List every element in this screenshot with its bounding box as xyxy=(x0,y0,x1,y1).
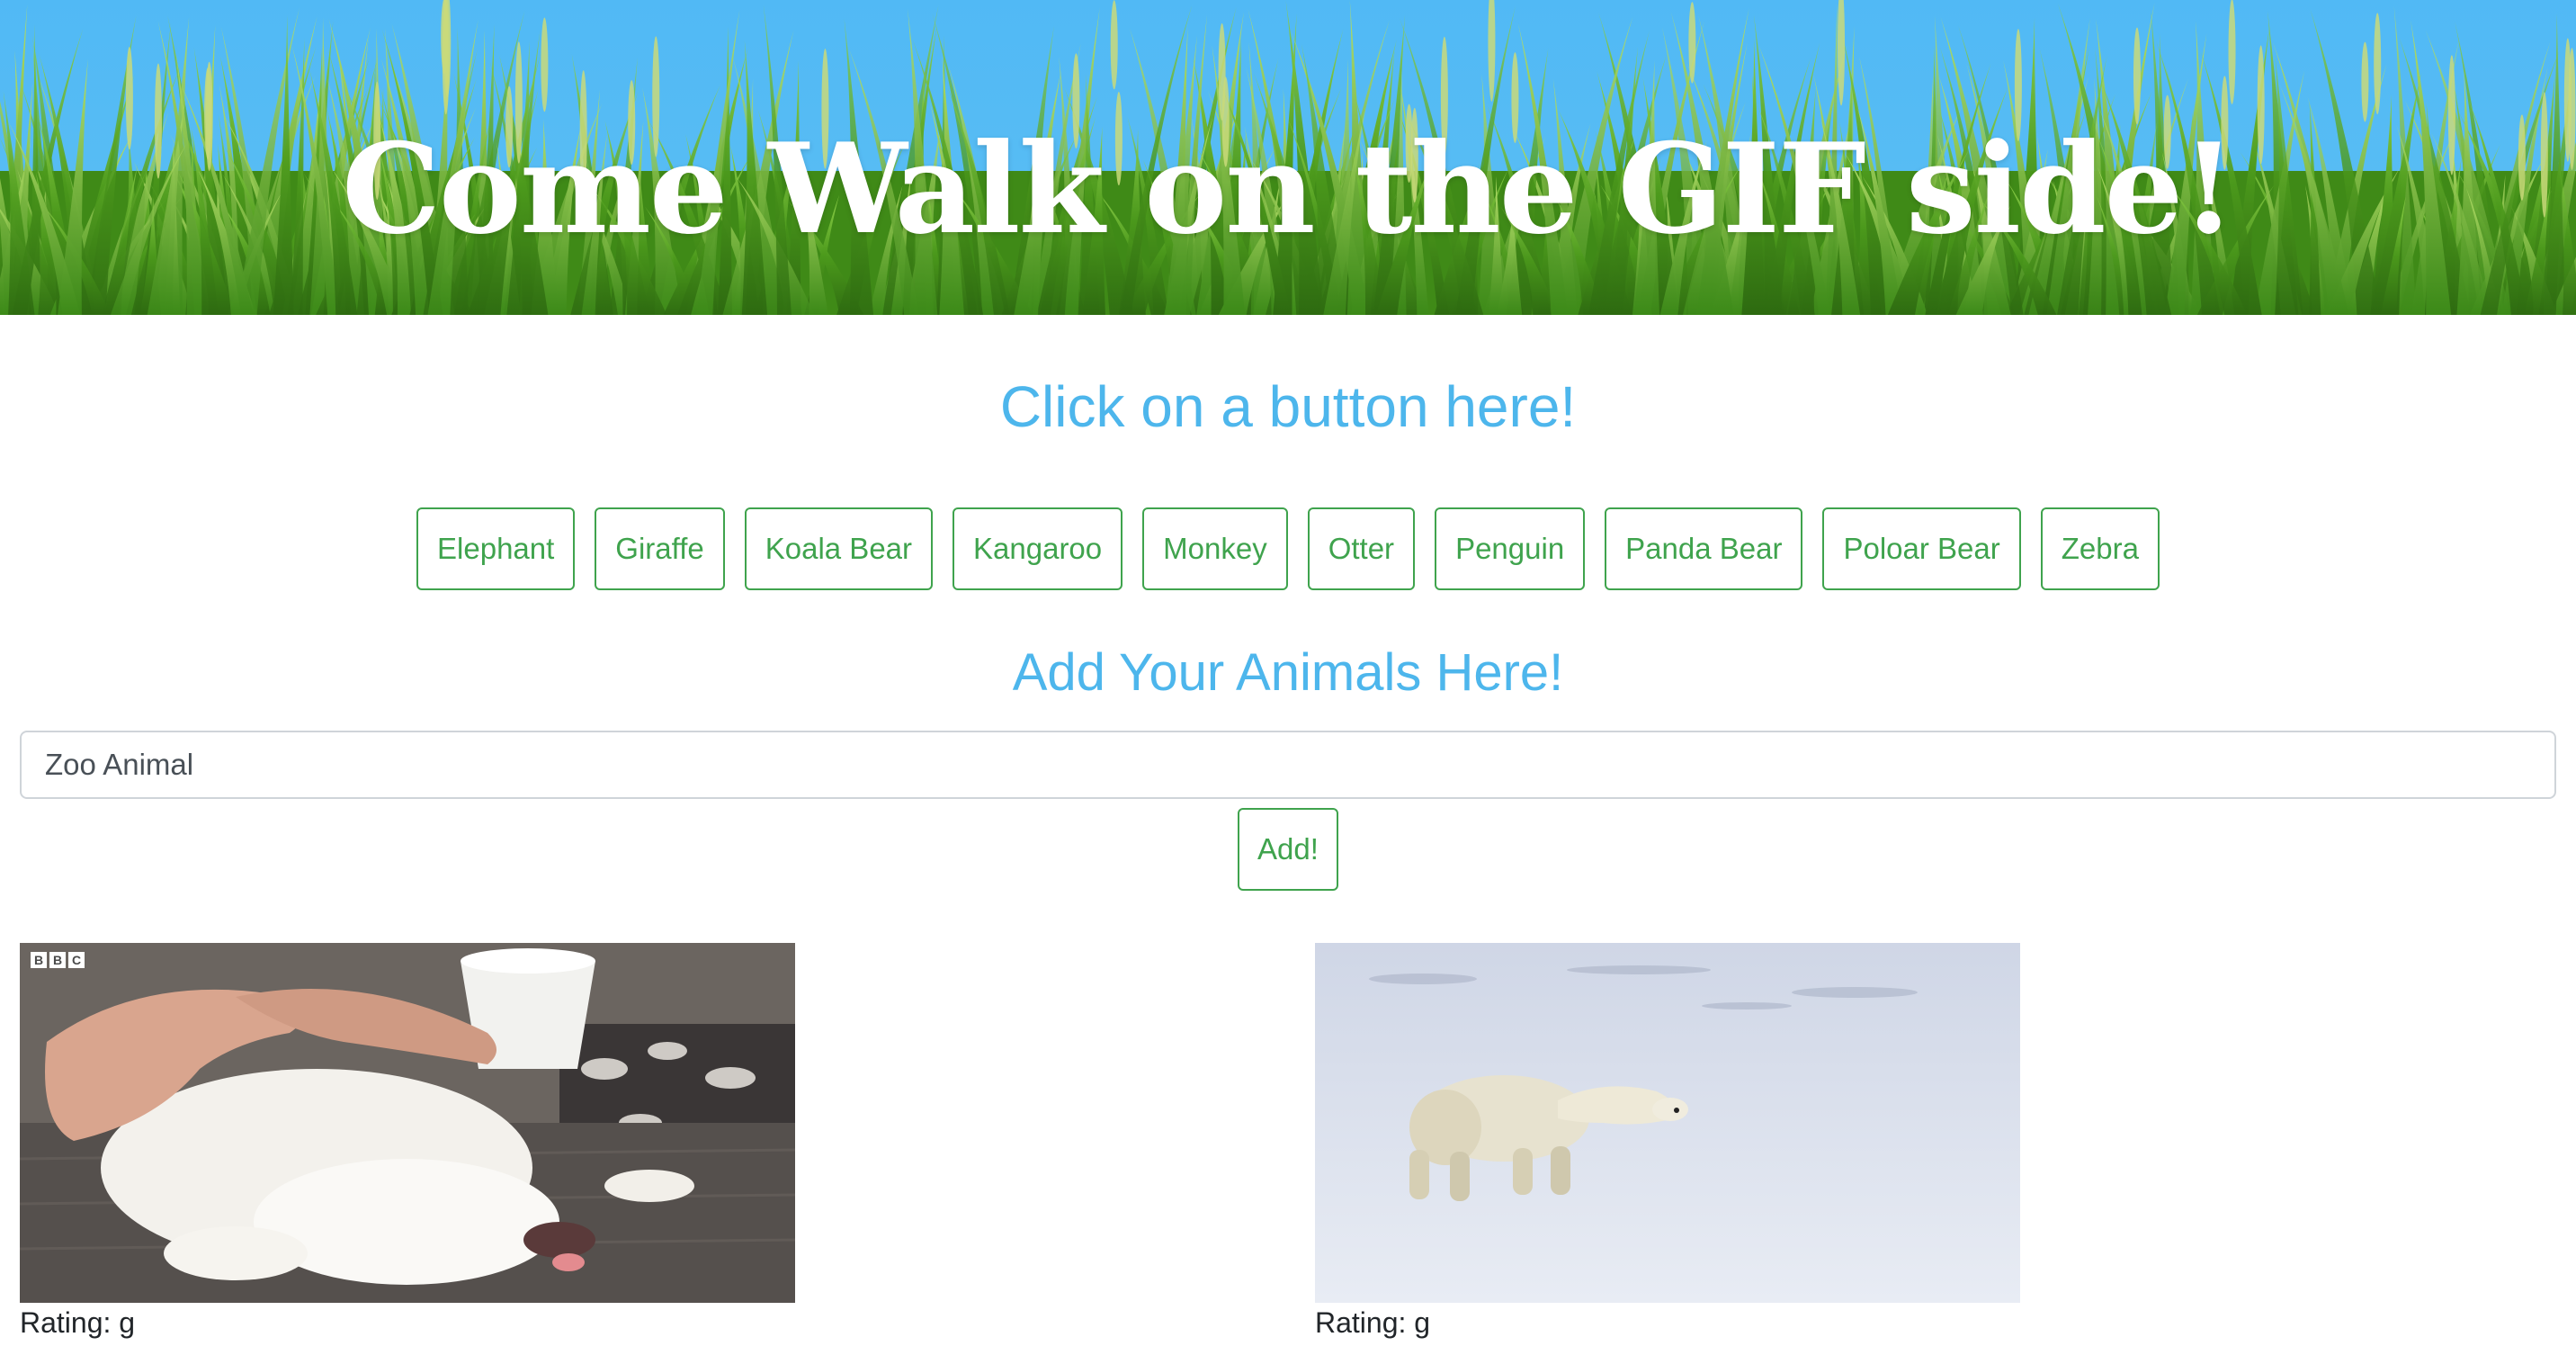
bbc-logo: B B C xyxy=(31,952,85,968)
animal-button-zebra[interactable]: Zebra xyxy=(2040,507,2160,590)
animal-button-monkey[interactable]: Monkey xyxy=(1142,507,1288,590)
gif-card: B B C Rating: g xyxy=(20,943,795,1342)
header-banner: Come Walk on the GIF side! xyxy=(0,0,2576,315)
animal-button-koala-bear[interactable]: Koala Bear xyxy=(744,507,934,590)
buttons-heading: Click on a button here! xyxy=(999,374,1577,439)
animal-button-row: Elephant Giraffe Koala Bear Kangaroo Mon… xyxy=(0,507,2576,590)
animal-button-polar-bear[interactable]: Poloar Bear xyxy=(1822,507,2021,590)
polar-bear-walking-image xyxy=(1315,943,2020,1303)
gif-card: Rating: g xyxy=(1315,943,2020,1342)
animal-button-elephant[interactable]: Elephant xyxy=(416,507,576,590)
animal-button-panda-bear[interactable]: Panda Bear xyxy=(1605,507,1803,590)
add-button[interactable]: Add! xyxy=(1238,808,1338,891)
polar-bear-cub-image xyxy=(20,943,795,1303)
animal-button-kangaroo[interactable]: Kangaroo xyxy=(953,507,1123,590)
polar-bear-cub-gif[interactable]: B B C xyxy=(20,943,795,1303)
add-animals-heading: Add Your Animals Here! xyxy=(1012,643,1564,702)
animal-button-penguin[interactable]: Penguin xyxy=(1435,507,1586,590)
polar-bear-walking-gif[interactable] xyxy=(1315,943,2020,1303)
animal-input[interactable] xyxy=(20,731,2556,799)
gif-rating: Rating: g xyxy=(20,1306,136,1339)
page-title: Come Walk on the GIF side! xyxy=(342,115,2236,263)
gif-rating: Rating: g xyxy=(1315,1306,1431,1339)
animal-button-otter[interactable]: Otter xyxy=(1307,507,1416,590)
animal-button-giraffe[interactable]: Giraffe xyxy=(595,507,725,590)
